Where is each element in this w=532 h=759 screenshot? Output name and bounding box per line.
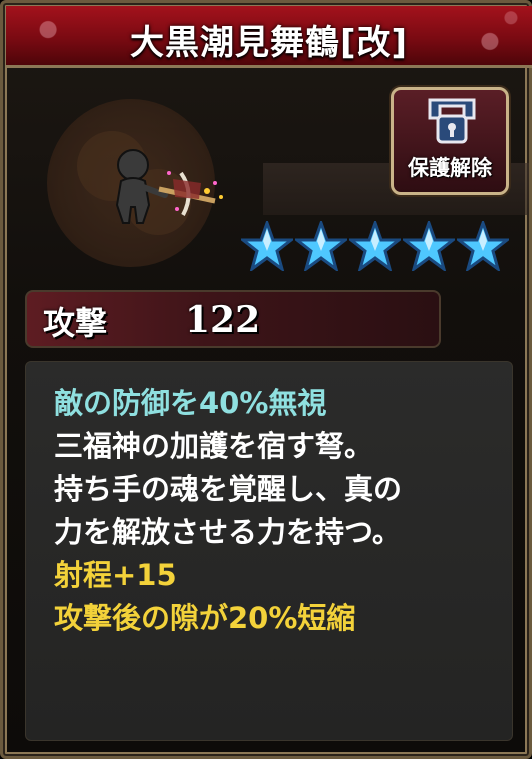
- description-line: 射程+15: [54, 558, 177, 592]
- weapon-title: 大黒潮見舞鶴[改]: [129, 23, 409, 63]
- description-line: 敵の防御を40%無視: [54, 386, 327, 420]
- star-icon: [292, 218, 350, 273]
- weapon-info-card: 大黒潮見舞鶴[改] 保護解除 攻撃 122 敵の防御を40%無視 三福神の加護を…: [0, 0, 532, 759]
- description-panel: 敵の防御を40%無視 三福神の加護を宿す弩。 持ち手の魂を覚醒し、真の 力を解放…: [25, 361, 513, 741]
- attack-label: 攻撃: [43, 304, 108, 342]
- character-sprite: [103, 143, 233, 233]
- description-line: 持ち手の魂を覚醒し、真の: [54, 472, 403, 506]
- protection-release-button[interactable]: 保護解除: [391, 87, 509, 195]
- protection-release-label: 保護解除: [408, 156, 492, 180]
- description-line: 三福神の加護を宿す弩。: [54, 429, 374, 463]
- star-icon: [454, 218, 512, 273]
- lock-open-icon: [424, 96, 480, 146]
- star-icon: [400, 218, 458, 273]
- description-line: 攻撃後の隙が20%短縮: [54, 601, 356, 635]
- star-icon: [238, 218, 296, 273]
- title-banner: 大黒潮見舞鶴[改]: [6, 6, 532, 68]
- star-icon: [346, 218, 404, 273]
- attack-value: 122: [185, 299, 261, 341]
- attack-stat-bar: 攻撃 122: [25, 290, 441, 348]
- rarity-stars: [238, 218, 512, 273]
- description-line: 力を解放させる力を持つ。: [54, 515, 401, 549]
